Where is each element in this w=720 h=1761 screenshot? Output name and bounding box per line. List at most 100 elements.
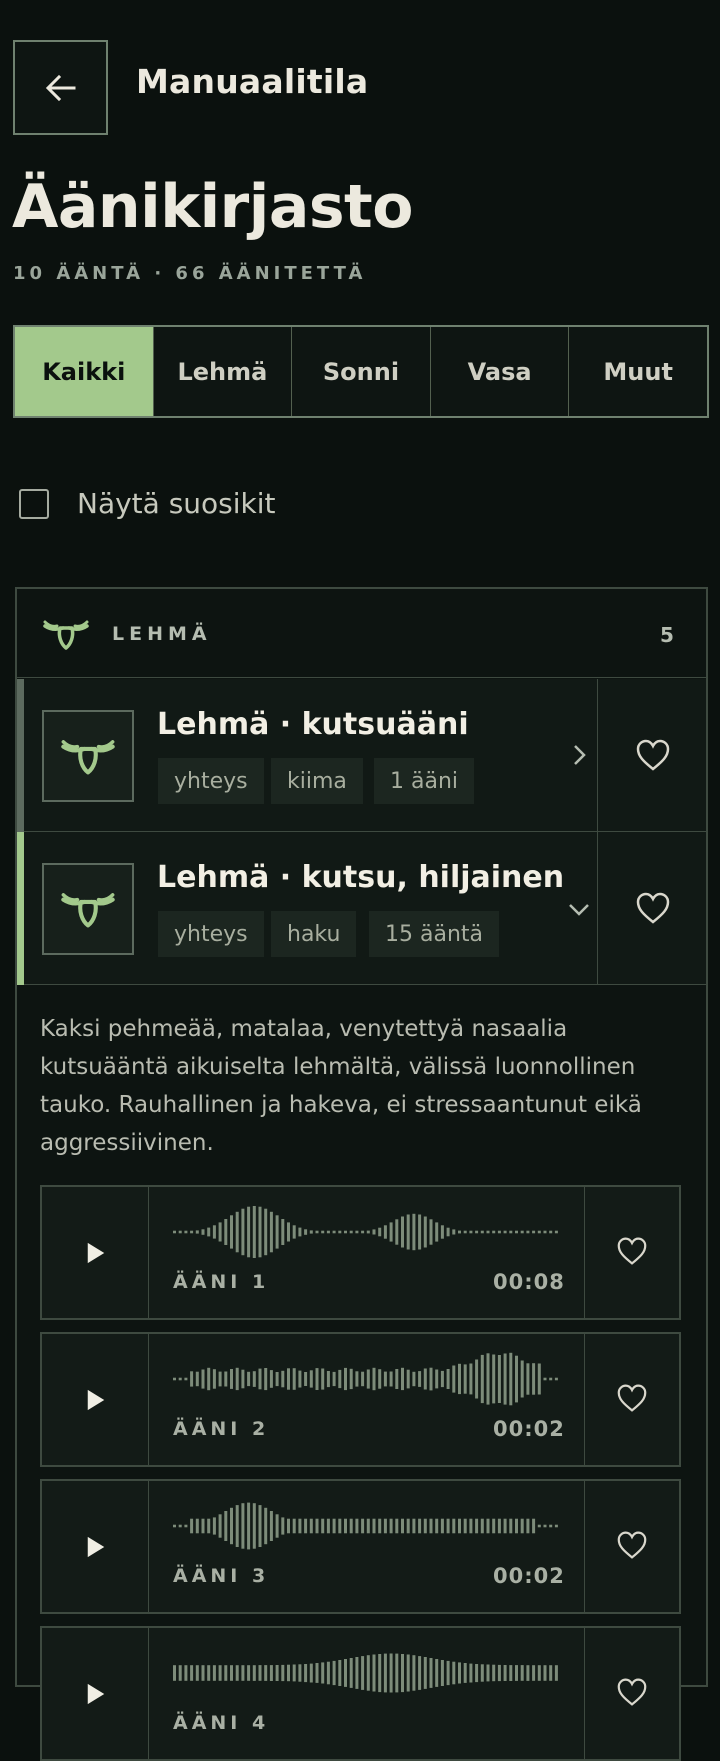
waveform-bar <box>178 1377 182 1381</box>
waveform-bar <box>412 1371 416 1387</box>
heart-icon[interactable] <box>616 1236 648 1266</box>
waveform-bar <box>492 1664 496 1682</box>
waveform-bar <box>446 1227 450 1237</box>
waveform[interactable] <box>173 1204 559 1260</box>
waveform-bar <box>520 1230 524 1234</box>
waveform-bar <box>509 1665 513 1681</box>
waveform-bar <box>344 1659 347 1687</box>
waveform-bar <box>515 1355 518 1403</box>
play-button[interactable] <box>42 1481 148 1612</box>
waveform-bar <box>486 1518 490 1534</box>
waveform-bar <box>292 1368 296 1390</box>
chevron-right-icon[interactable] <box>568 744 590 766</box>
waveform-bar <box>201 1369 205 1389</box>
tab-lehma[interactable]: Lehmä <box>154 327 293 416</box>
clip-duration: 00:02 <box>493 1564 565 1588</box>
heart-icon[interactable] <box>616 1530 648 1560</box>
clip-divider <box>584 1185 585 1320</box>
waveform-bar <box>537 1665 541 1681</box>
waveform-bar <box>423 1216 427 1248</box>
waveform-bar <box>207 1665 211 1681</box>
waveform-bar <box>258 1665 262 1681</box>
waveform-bar <box>258 1368 262 1390</box>
play-button[interactable] <box>42 1187 148 1318</box>
waveform-bar <box>173 1524 176 1528</box>
waveform-bar <box>298 1370 302 1388</box>
waveform-bar <box>509 1518 513 1534</box>
clip-name: ÄÄNI 1 <box>173 1271 270 1293</box>
waveform-bar <box>537 1363 541 1395</box>
waveform[interactable] <box>173 1645 559 1701</box>
waveform-bar <box>241 1503 245 1549</box>
waveform-bar <box>264 1507 268 1545</box>
play-button[interactable] <box>42 1628 148 1759</box>
moose-head-icon <box>61 740 115 775</box>
back-button[interactable] <box>13 40 108 135</box>
favorites-checkbox[interactable] <box>19 489 49 519</box>
heart-icon[interactable] <box>635 891 671 925</box>
waveform-bar <box>315 1663 319 1683</box>
waveform-bar <box>321 1230 325 1234</box>
waveform[interactable] <box>173 1351 559 1407</box>
waveform-bar <box>212 1517 216 1535</box>
waveform-bar <box>218 1514 222 1538</box>
heart-icon[interactable] <box>635 738 671 772</box>
waveform-bar <box>497 1230 501 1234</box>
waveform-bar <box>480 1230 484 1234</box>
waveform-bar <box>372 1654 376 1692</box>
waveform-bar <box>230 1369 233 1389</box>
waveform-bar <box>298 1227 302 1237</box>
waveform-bar <box>389 1518 393 1534</box>
waveform-bar <box>469 1518 473 1534</box>
tab-vasa[interactable]: Vasa <box>431 327 570 416</box>
waveform-bar <box>275 1665 279 1681</box>
waveform-bar <box>463 1663 467 1683</box>
waveform-bar <box>395 1369 399 1389</box>
waveform-bar <box>201 1665 205 1681</box>
waveform-bar <box>554 1377 558 1381</box>
waveform-bar <box>235 1505 239 1547</box>
tag-chip: 15 ääntä <box>369 911 500 957</box>
waveform-bar <box>378 1654 382 1693</box>
filter-tabs: Kaikki Lehmä Sonni Vasa Muut <box>13 325 709 418</box>
tab-kaikki[interactable]: Kaikki <box>15 327 154 416</box>
waveform-bar <box>440 1660 444 1686</box>
waveform[interactable] <box>173 1498 559 1554</box>
play-button[interactable] <box>42 1334 148 1465</box>
waveform-bar <box>344 1230 347 1234</box>
waveform-bar <box>440 1518 444 1534</box>
heart-icon[interactable] <box>616 1677 648 1707</box>
waveform-bar <box>224 1371 228 1387</box>
waveform-bar <box>207 1518 211 1534</box>
sound-thumbnail <box>42 863 134 955</box>
waveform-bar <box>423 1518 427 1534</box>
waveform-bar <box>190 1371 194 1387</box>
arrow-left-icon <box>45 74 75 101</box>
waveform-bar <box>503 1353 507 1405</box>
waveform-bar <box>281 1370 285 1388</box>
waveform-bar <box>281 1664 285 1682</box>
chevron-down-icon[interactable] <box>568 898 590 920</box>
page-title: Äänikirjasto <box>12 172 413 242</box>
waveform-bar <box>497 1355 501 1403</box>
waveform-bar <box>526 1518 530 1534</box>
favorites-label[interactable]: Näytä suosikit <box>77 487 276 520</box>
tab-sonni[interactable]: Sonni <box>292 327 431 416</box>
waveform-bar <box>543 1524 547 1528</box>
heart-icon[interactable] <box>616 1383 648 1413</box>
play-icon <box>87 1536 105 1558</box>
waveform-bar <box>486 1664 490 1682</box>
waveform-bar <box>475 1518 479 1534</box>
waveform-bar <box>543 1230 547 1234</box>
waveform-bar <box>355 1371 359 1387</box>
waveform-bar <box>344 1518 347 1534</box>
waveform-bar <box>383 1518 387 1534</box>
waveform-bar <box>435 1369 439 1389</box>
tag-chip: kiima <box>271 758 363 804</box>
waveform-bar <box>355 1657 359 1689</box>
waveform-bar <box>423 1657 427 1689</box>
waveform-bar <box>281 1517 285 1535</box>
waveform-bar <box>349 1368 353 1390</box>
clip-divider <box>148 1626 149 1761</box>
tab-muut[interactable]: Muut <box>569 327 707 416</box>
